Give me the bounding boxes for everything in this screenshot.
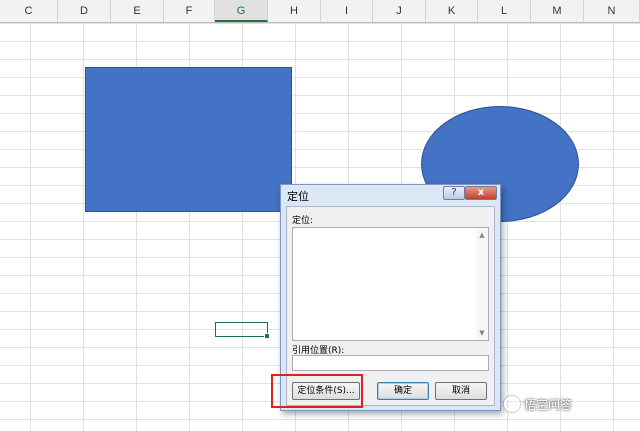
help-button[interactable]: ? — [443, 186, 465, 200]
cancel-button[interactable]: 取消 — [435, 382, 487, 400]
column-header-f[interactable]: F — [164, 0, 215, 22]
list-scrollbar[interactable]: ▲ ▼ — [476, 228, 488, 340]
active-cell-g[interactable] — [215, 322, 270, 339]
watermark-logo-icon: ? — [504, 396, 520, 412]
column-header-c[interactable]: C — [0, 0, 58, 22]
column-header-e[interactable]: E — [111, 0, 164, 22]
close-button[interactable]: x — [465, 186, 497, 200]
column-header-h[interactable]: H — [268, 0, 321, 22]
column-header-n[interactable]: N — [584, 0, 640, 22]
rectangle-shape[interactable] — [85, 67, 292, 212]
column-header-d[interactable]: D — [58, 0, 111, 22]
dialog-titlebar[interactable]: 定位 ? x — [281, 185, 500, 205]
watermark-text: 悟空问答 — [524, 398, 573, 412]
column-header-row: C D E F G H I J K L M N — [0, 0, 640, 23]
goto-label: 定位: — [292, 216, 314, 226]
column-header-i[interactable]: I — [321, 0, 373, 22]
ok-button[interactable]: 确定 — [377, 382, 429, 400]
scroll-down-icon[interactable]: ▼ — [476, 327, 488, 339]
column-header-j[interactable]: J — [373, 0, 426, 22]
column-header-l[interactable]: L — [478, 0, 531, 22]
dialog-title: 定位 — [287, 190, 309, 203]
column-header-g[interactable]: G — [215, 0, 268, 22]
scroll-up-icon[interactable]: ▲ — [476, 229, 488, 241]
column-header-k[interactable]: K — [426, 0, 478, 22]
column-header-m[interactable]: M — [531, 0, 584, 22]
goto-listbox[interactable]: ▲ ▼ — [292, 227, 489, 341]
reference-input[interactable] — [292, 355, 489, 371]
highlight-annotation — [271, 374, 363, 408]
